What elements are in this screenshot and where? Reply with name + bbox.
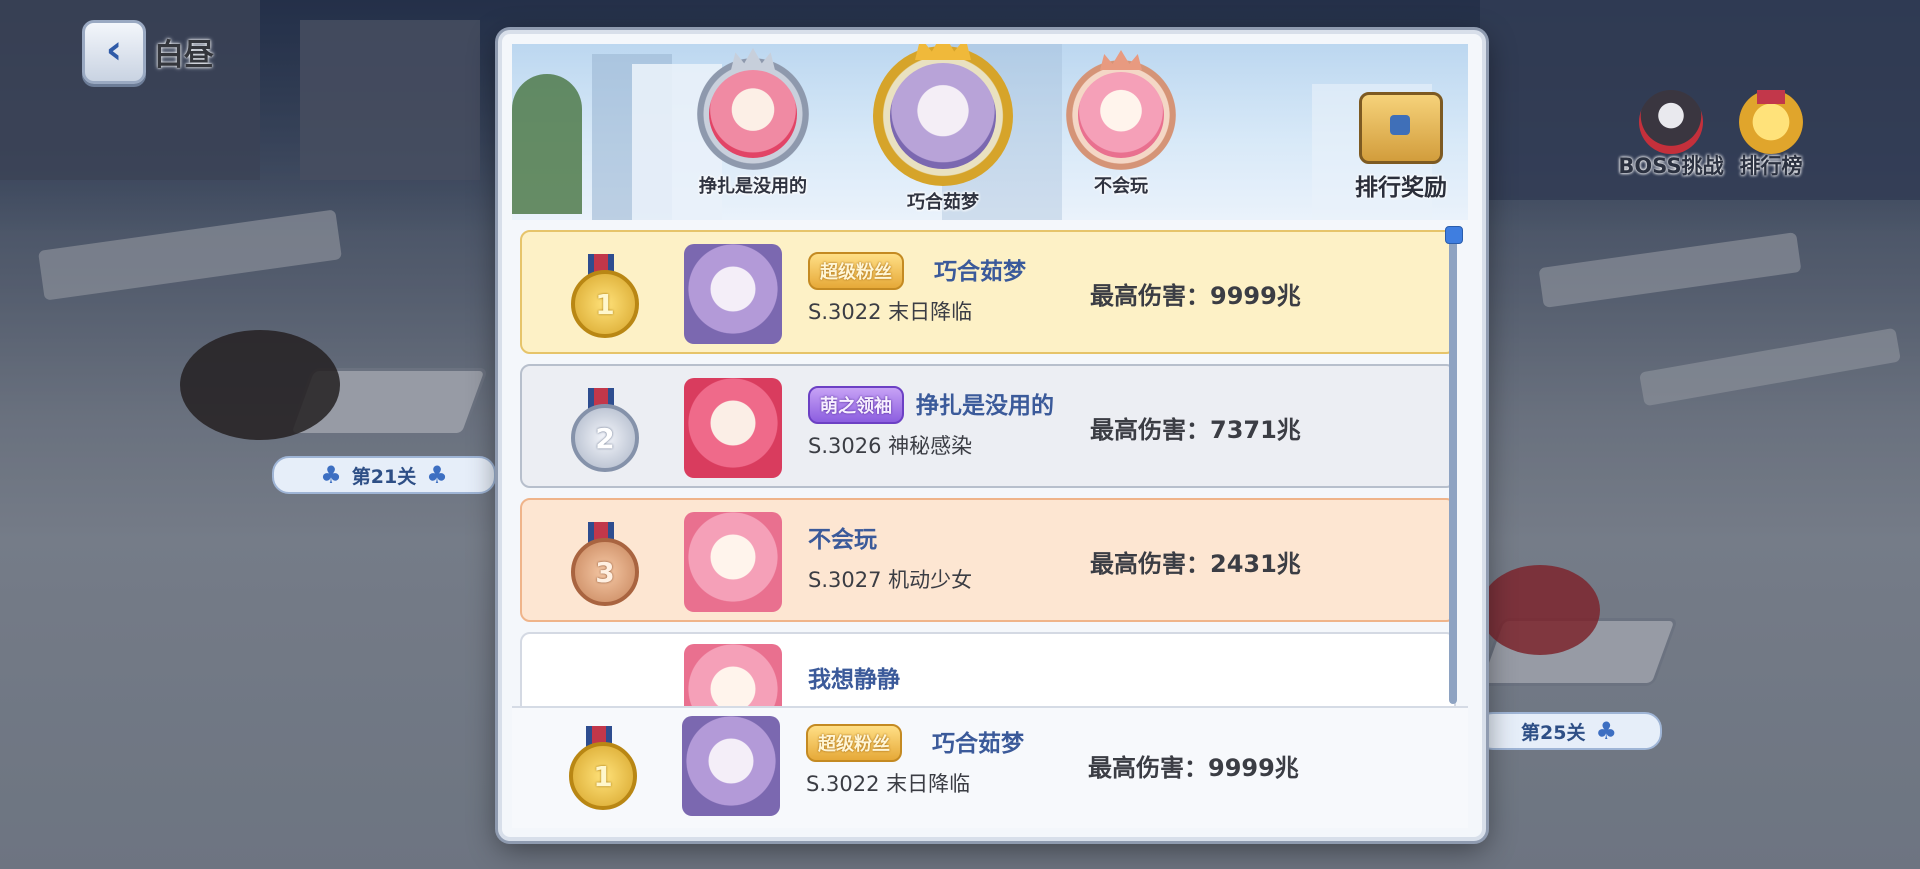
max-damage: 最高伤害：2431兆	[1090, 550, 1301, 578]
player-name: 巧合茹梦	[932, 731, 1024, 757]
title-badge: 超级粉丝	[806, 724, 902, 762]
ranking-row-1[interactable]: 1 超级粉丝 巧合茹梦 S.3022 末日降临 最高伤害：9999兆	[520, 230, 1456, 354]
stage-25-label: 第25关	[1521, 721, 1586, 744]
podium-second-name: 挣扎是没用的	[699, 176, 807, 197]
server-name: S.3022 末日降临	[808, 300, 973, 324]
max-damage: 最高伤害：9999兆	[1088, 754, 1299, 782]
first-place-laurel	[873, 44, 1013, 186]
avatar	[890, 63, 996, 169]
avatar[interactable]	[684, 378, 782, 478]
bronze-medal-icon: 3	[566, 522, 639, 606]
second-place-laurel	[697, 48, 809, 170]
leaderboard-button[interactable]: 排行榜	[1726, 90, 1816, 180]
silver-crown-icon	[731, 48, 775, 70]
boss-challenge-icon	[1639, 90, 1703, 154]
leaderboard-label: 排行榜	[1739, 154, 1803, 178]
clubs-icon: ♣	[1595, 717, 1617, 745]
treasure-chest-icon	[1359, 92, 1443, 164]
bronze-crown-icon	[1100, 50, 1142, 70]
stage-21-tag[interactable]: ♣ 第21关 ♣	[272, 456, 496, 494]
gold-crown-icon	[915, 44, 971, 60]
podium-second[interactable]: 挣扎是没用的	[678, 48, 828, 198]
stage-25-tag[interactable]: 第25关 ♣	[1476, 712, 1662, 750]
leaderboard-icon	[1739, 90, 1803, 154]
podium-banner: 挣扎是没用的 巧合茹梦 不会玩 排行奖励	[512, 44, 1468, 220]
ranking-reward-button[interactable]: 排行奖励	[1346, 92, 1456, 202]
gold-medal-icon: 1	[564, 726, 637, 810]
podium-third-name: 不会玩	[1094, 176, 1148, 197]
avatar[interactable]	[684, 512, 782, 612]
ranking-row-3[interactable]: 3 不会玩 S.3027 机动少女 最高伤害：2431兆	[520, 498, 1456, 622]
avatar[interactable]	[684, 644, 782, 706]
server-name: S.3026 神秘感染	[808, 434, 973, 458]
stage-21-label: 第21关	[351, 465, 417, 488]
title-badge: 萌之领袖	[808, 386, 904, 424]
avatar	[1078, 72, 1164, 158]
title-badge: 超级粉丝	[808, 252, 904, 290]
list-scrollbar[interactable]	[1449, 232, 1457, 704]
my-rank-row[interactable]: 1 超级粉丝 巧合茹梦 S.3022 末日降临 最高伤害：9999兆	[512, 708, 1468, 828]
podium-first-name: 巧合茹梦	[907, 192, 979, 213]
avatar[interactable]	[682, 716, 780, 816]
max-damage: 最高伤害：9999兆	[1090, 282, 1301, 310]
player-name: 我想静静	[808, 667, 900, 693]
chevron-left-icon: ‹	[105, 27, 123, 73]
clubs-icon: ♣	[320, 461, 342, 489]
clubs-icon: ♣	[426, 461, 448, 489]
max-damage: 最高伤害：7371兆	[1090, 416, 1301, 444]
podium-first[interactable]: 巧合茹梦	[868, 44, 1018, 214]
silver-medal-icon: 2	[566, 388, 639, 472]
podium-third[interactable]: 不会玩	[1056, 50, 1186, 198]
boss-challenge-button[interactable]: BOSS挑战	[1596, 90, 1746, 180]
player-name: 挣扎是没用的	[916, 393, 1054, 419]
back-button[interactable]: ‹	[82, 20, 146, 84]
gold-medal-icon: 1	[566, 254, 639, 338]
ranking-panel: 挣扎是没用的 巧合茹梦 不会玩 排行奖励 1 超级粉丝 巧合茹梦 S.3022 …	[498, 30, 1486, 841]
scroll-thumb[interactable]	[1445, 226, 1463, 244]
avatar[interactable]	[684, 244, 782, 344]
ranking-row-4[interactable]: 我想静静	[520, 632, 1456, 706]
boss-challenge-label: BOSS挑战	[1618, 154, 1724, 178]
player-name: 巧合茹梦	[934, 259, 1026, 285]
server-name: S.3022 末日降临	[806, 772, 971, 796]
ranking-reward-label: 排行奖励	[1355, 175, 1447, 201]
avatar	[709, 70, 797, 158]
player-name: 不会玩	[808, 527, 877, 553]
ranking-row-2[interactable]: 2 萌之领袖 挣扎是没用的 S.3026 神秘感染 最高伤害：7371兆	[520, 364, 1456, 488]
server-name: S.3027 机动少女	[808, 568, 973, 592]
third-place-laurel	[1066, 50, 1176, 170]
ranking-list[interactable]: 1 超级粉丝 巧合茹梦 S.3022 末日降临 最高伤害：9999兆 2 萌之领…	[512, 220, 1468, 706]
page-title: 白昼	[154, 38, 214, 73]
